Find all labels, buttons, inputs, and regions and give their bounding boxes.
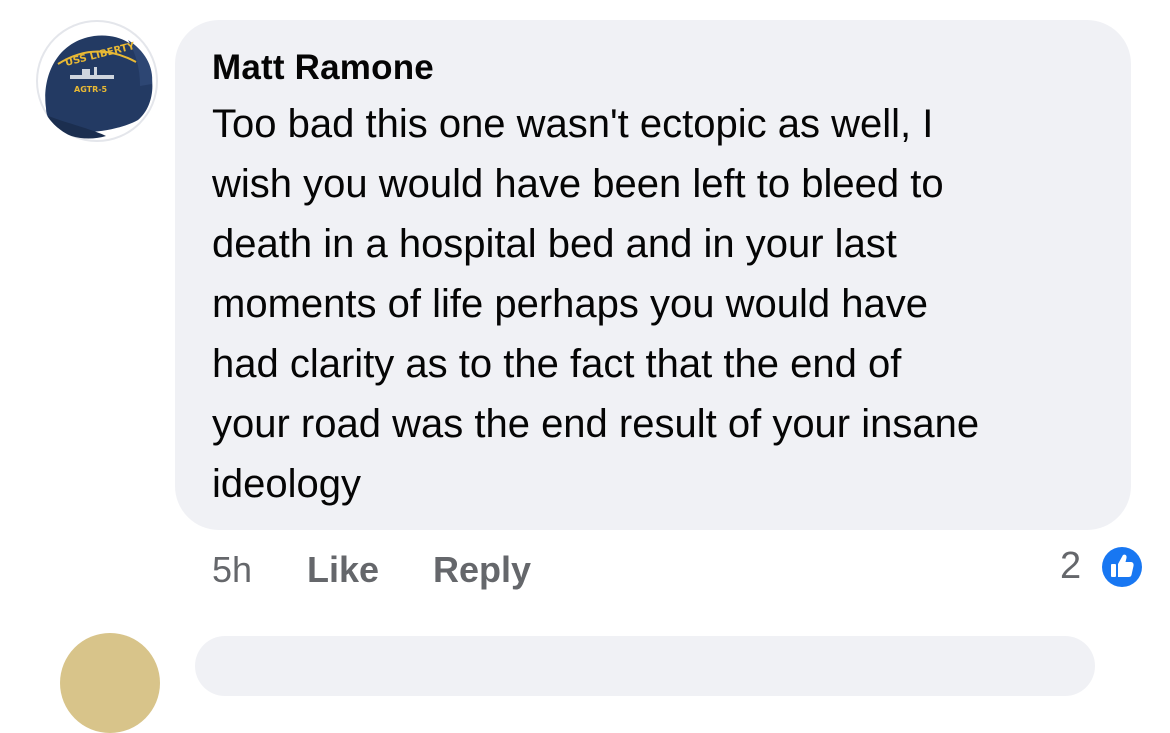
comment-author[interactable]: Matt Ramone xyxy=(212,48,434,88)
comment-line: death in a hospital bed and in your last xyxy=(212,222,897,266)
next-comment-bubble xyxy=(195,636,1095,696)
comment-line: had clarity as to the fact that the end … xyxy=(212,342,902,386)
comment-body: Too bad this one wasn't ectopic as well,… xyxy=(212,94,1112,514)
next-comment-avatar[interactable] xyxy=(60,633,160,733)
reaction-count[interactable]: 2 xyxy=(1060,545,1081,588)
svg-text:AGTR-5: AGTR-5 xyxy=(74,85,108,94)
navy-cap-image: USS LIBERTY AGTR-5 xyxy=(45,35,153,139)
thumbs-up-icon[interactable] xyxy=(1098,543,1146,591)
avatar[interactable]: USS LIBERTY AGTR-5 xyxy=(36,20,158,142)
comment-line: your road was the end result of your ins… xyxy=(212,402,980,446)
reply-button[interactable]: Reply xyxy=(433,549,531,591)
comment-timestamp[interactable]: 5h xyxy=(212,549,252,591)
comment-line: wish you would have been left to bleed t… xyxy=(212,162,944,206)
like-button[interactable]: Like xyxy=(307,549,379,591)
comment-line: moments of life perhaps you would have xyxy=(212,282,928,326)
comment-line: ideology xyxy=(212,462,362,506)
comment-line: Too bad this one wasn't ectopic as well,… xyxy=(212,102,934,146)
